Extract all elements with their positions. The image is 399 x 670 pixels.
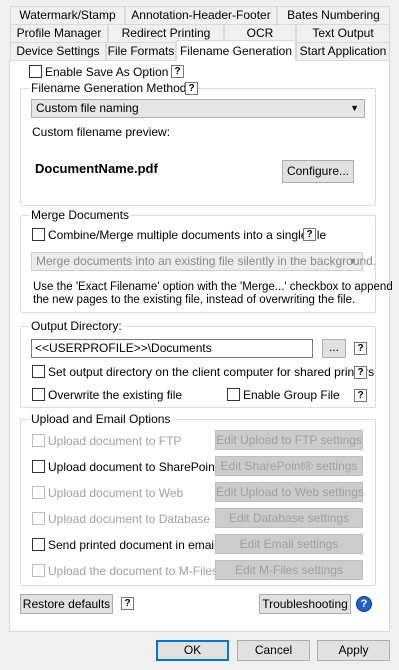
client-directory-help-icon[interactable]: ? [354,366,367,379]
web-label: Upload document to Web [48,486,184,500]
tab-profile-manager[interactable]: Profile Manager [10,24,108,42]
merge-help-icon[interactable]: ? [303,228,316,241]
merge-mode-select[interactable]: Merge documents into an existing file si… [31,252,376,271]
merge-checkbox[interactable] [32,228,45,241]
web-checkbox[interactable] [32,486,45,499]
chevron-down-icon: ▼ [348,256,357,266]
database-settings-button[interactable]: Edit Database settings [215,508,363,528]
merge-checkbox-label: Combine/Merge multiple documents into a … [48,228,327,242]
overwrite-label: Overwrite the existing file [48,388,183,402]
overwrite-checkbox[interactable] [32,388,45,401]
mfiles-label: Upload the document to M-Files [48,564,219,578]
tab-filename-generation[interactable]: Filename Generation [176,40,296,61]
chevron-down-icon: ▼ [350,103,359,113]
ftp-label: Upload document to FTP [48,434,182,448]
email-label: Send printed document in email [48,538,217,552]
web-settings-button[interactable]: Edit Upload to Web settings [215,482,364,502]
restore-defaults-help-icon[interactable]: ? [121,597,134,610]
merge-title: Merge Documents [29,208,132,222]
upload-email-title: Upload and Email Options [29,412,173,426]
email-settings-button[interactable]: Edit Email settings [215,534,363,554]
enable-save-as-checkbox[interactable] [29,65,42,78]
merge-note-line-2: the new pages to the existing file, inst… [33,294,356,306]
group-file-label: Enable Group File [243,388,340,402]
sharepoint-settings-button[interactable]: Edit SharePoint® settings [215,456,363,476]
ftp-settings-button[interactable]: Edit Upload to FTP settings [215,430,363,450]
ok-button[interactable]: OK [156,640,229,661]
apply-button[interactable]: Apply [317,640,390,661]
filename-method-select[interactable]: Custom file naming ▼ [31,99,365,118]
database-checkbox[interactable] [32,512,45,525]
output-directory-title: Output Directory: [29,319,124,333]
enable-save-as-label: Enable Save As Option [45,65,169,79]
tab-text-output[interactable]: Text Output [296,24,390,42]
filename-methods-title: Filename Generation Methods [29,81,195,95]
tab-bates-numbering[interactable]: Bates Numbering [277,6,390,24]
filename-methods-help-icon[interactable]: ? [185,82,198,95]
merge-note-line-1: Use the 'Exact Filename' option with the… [33,281,393,293]
mfiles-checkbox[interactable] [32,564,45,577]
output-directory-input[interactable]: <<USERPROFILE>>\Documents [31,339,313,358]
mfiles-settings-button[interactable]: Edit M-Files settings [215,560,363,580]
preview-label: Custom filename preview: [32,125,171,139]
group-file-help-icon[interactable]: ? [354,389,367,402]
output-directory-help-icon[interactable]: ? [354,342,367,355]
database-label: Upload document to Database [48,512,211,526]
client-directory-label: Set output directory on the client compu… [48,365,375,379]
configure-button[interactable]: Configure... [282,160,354,183]
tab-device-settings[interactable]: Device Settings [10,42,106,60]
filename-method-value: Custom file naming [36,101,139,115]
tab-start-application[interactable]: Start Application [296,42,390,60]
browse-button[interactable]: ... [322,339,346,358]
preview-value: DocumentName.pdf [35,161,158,176]
restore-defaults-button[interactable]: Restore defaults [20,594,113,614]
merge-mode-value: Merge documents into an existing file si… [36,254,377,268]
tab-annotation-header-footer[interactable]: Annotation-Header-Footer [125,6,277,24]
question-help-icon[interactable]: ? [356,596,372,612]
cancel-button[interactable]: Cancel [237,640,310,661]
ftp-checkbox[interactable] [32,434,45,447]
group-file-checkbox[interactable] [227,388,240,401]
enable-save-as-help-icon[interactable]: ? [171,65,184,78]
client-directory-checkbox[interactable] [32,365,45,378]
tab-file-formats[interactable]: File Formats [106,42,176,60]
troubleshooting-button[interactable]: Troubleshooting [259,594,351,614]
sharepoint-label: Upload document to SharePoint® [48,460,227,474]
sharepoint-checkbox[interactable] [32,460,45,473]
tab-watermark-stamp[interactable]: Watermark/Stamp [10,6,125,24]
email-checkbox[interactable] [32,538,45,551]
